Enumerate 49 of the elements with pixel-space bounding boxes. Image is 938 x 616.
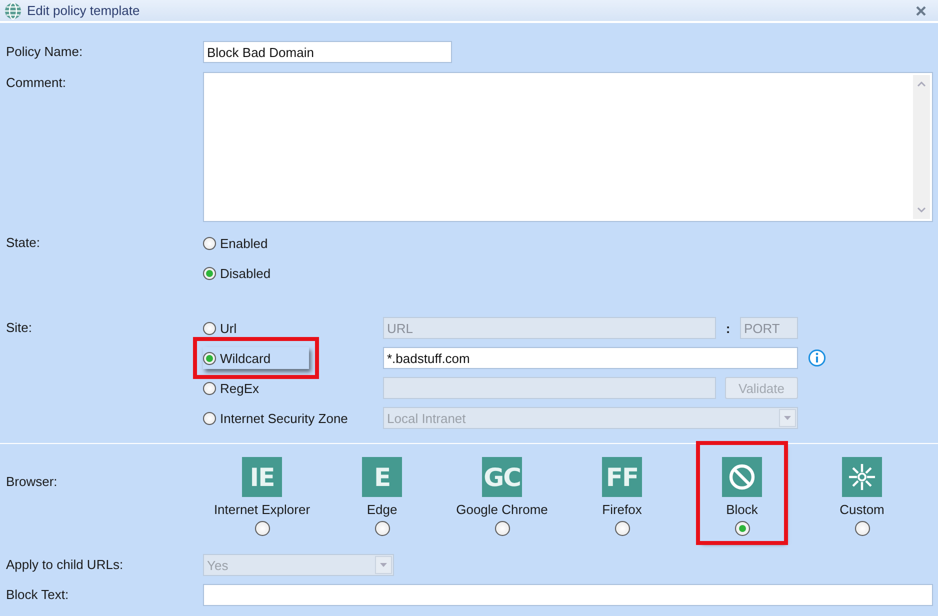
radio-button[interactable] <box>734 521 750 536</box>
radio-button[interactable] <box>203 236 216 250</box>
browser-label: Custom <box>840 502 884 518</box>
browser-label: Edge <box>366 502 398 518</box>
window-title: Edit policy template <box>27 3 141 18</box>
radio-button[interactable] <box>374 521 390 536</box>
radio-button[interactable] <box>494 521 510 536</box>
radio-button[interactable] <box>254 521 270 536</box>
browser-tile[interactable]: FF <box>602 457 642 497</box>
radio-button[interactable] <box>203 352 216 364</box>
field-label: State: <box>6 234 41 252</box>
browser-tile[interactable]: GC <box>482 457 522 497</box>
comment-field[interactable] <box>203 72 933 222</box>
field-label: Site: <box>6 319 34 337</box>
browser-label: Block <box>726 502 758 518</box>
close-icon[interactable] <box>916 6 926 16</box>
browser-label: Google Chrome <box>456 502 548 518</box>
info-icon[interactable] <box>808 349 826 367</box>
browser-tile[interactable]: E <box>362 457 402 497</box>
policy-name-field[interactable]: Block Bad Domain <box>203 41 452 63</box>
radio-button[interactable] <box>203 412 216 424</box>
radio-button[interactable] <box>854 521 870 536</box>
field-label: Policy Name: <box>6 43 84 61</box>
radio-button[interactable] <box>203 322 216 334</box>
radio-label: Wildcard <box>220 350 271 366</box>
radio-button[interactable] <box>614 521 630 536</box>
prohibited-icon[interactable] <box>722 457 762 497</box>
radio-label: Url <box>220 320 237 336</box>
caret-icon <box>784 416 791 420</box>
browser-tile[interactable]: IE <box>242 457 282 497</box>
radio-button[interactable] <box>203 266 216 280</box>
radio-label: RegEx <box>220 380 260 396</box>
wildcard-field[interactable]: *.badstuff.com <box>383 347 798 369</box>
browser-label: Internet Explorer <box>214 502 310 518</box>
field-label: Comment: <box>6 74 67 92</box>
caret-icon <box>380 563 387 567</box>
browser-label: Firefox <box>602 502 642 518</box>
field-label: Block Text: <box>6 586 70 604</box>
field-label: Apply to child URLs: <box>6 556 124 574</box>
separator: : <box>724 320 732 336</box>
radio-label: Internet Security Zone <box>220 410 348 426</box>
radio-label: Disabled <box>220 266 271 280</box>
zone-dropdown[interactable]: Local Intranet <box>383 407 798 429</box>
field-label: Browser: <box>6 473 58 491</box>
radio-label: Enabled <box>220 236 268 250</box>
apply-dropdown[interactable]: Yes <box>203 554 394 576</box>
sparkle-icon[interactable] <box>842 457 882 497</box>
radio-button[interactable] <box>203 382 216 394</box>
block-text-field[interactable] <box>203 584 933 606</box>
